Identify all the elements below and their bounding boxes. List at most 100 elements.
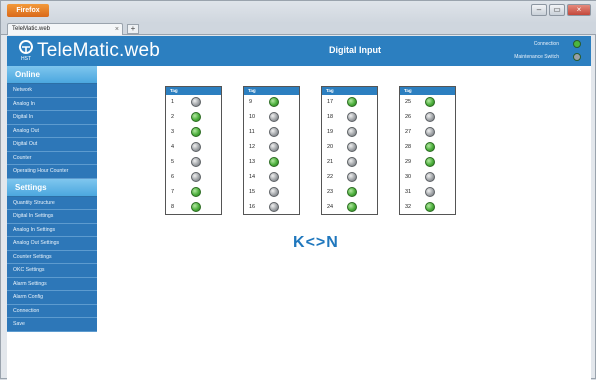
led-off-indicator bbox=[269, 142, 279, 152]
input-number: 31 bbox=[405, 189, 412, 195]
browser-tab[interactable]: TeleMatic.web × bbox=[7, 23, 123, 35]
input-row: 17 bbox=[322, 95, 377, 110]
input-row: 27 bbox=[400, 125, 455, 140]
led-on-indicator bbox=[191, 187, 201, 197]
sidebar-item[interactable]: Counter Settings bbox=[7, 250, 97, 264]
input-number: 19 bbox=[327, 129, 334, 135]
page-title: Digital Input bbox=[329, 45, 381, 55]
input-number: 1 bbox=[171, 99, 175, 105]
first-page-button[interactable]: K bbox=[293, 234, 305, 252]
input-number: 25 bbox=[405, 99, 412, 105]
input-number: 20 bbox=[327, 144, 334, 150]
logo-icon: HST bbox=[17, 39, 35, 63]
input-number: 6 bbox=[171, 174, 175, 180]
led-off-indicator bbox=[425, 187, 435, 197]
led-off-indicator bbox=[269, 112, 279, 122]
maximize-button[interactable]: ▭ bbox=[549, 4, 565, 16]
sidebar-item[interactable]: Analog Out Settings bbox=[7, 237, 97, 251]
firefox-menu-button[interactable]: Firefox bbox=[7, 4, 49, 17]
input-panel: Tag 17 18 19 20 21 22 23 24 bbox=[321, 86, 378, 215]
led-on-indicator bbox=[347, 202, 357, 212]
input-number: 14 bbox=[249, 174, 256, 180]
online-menu: Network Analog In Digital In Analog Out Digi… bbox=[7, 84, 97, 179]
input-row: 11 bbox=[244, 125, 299, 140]
led-on-indicator bbox=[191, 112, 201, 122]
sidebar-item[interactable]: Connection bbox=[7, 304, 97, 318]
led-off-indicator bbox=[347, 157, 357, 167]
led-on-indicator bbox=[269, 97, 279, 107]
input-row: 26 bbox=[400, 110, 455, 125]
input-row: 31 bbox=[400, 185, 455, 200]
led-on-indicator bbox=[191, 127, 201, 137]
sidebar-item[interactable]: Alarm Config bbox=[7, 291, 97, 305]
input-number: 17 bbox=[327, 99, 334, 105]
input-number: 18 bbox=[327, 114, 334, 120]
sidebar-item[interactable]: Analog In bbox=[7, 97, 97, 111]
new-tab-button[interactable]: + bbox=[127, 24, 139, 34]
input-number: 28 bbox=[405, 144, 412, 150]
input-row: 19 bbox=[322, 125, 377, 140]
sidebar-item[interactable]: Analog Out bbox=[7, 124, 97, 138]
input-row: 12 bbox=[244, 140, 299, 155]
settings-menu: Quantity Structure Digital In Settings Ana… bbox=[7, 196, 97, 332]
led-off-indicator bbox=[191, 172, 201, 182]
panel-header: Tag bbox=[322, 87, 377, 95]
led-off-indicator bbox=[425, 172, 435, 182]
led-on-indicator bbox=[191, 202, 201, 212]
led-off-indicator bbox=[191, 142, 201, 152]
input-number: 12 bbox=[249, 144, 256, 150]
sidebar-item[interactable]: Counter bbox=[7, 151, 97, 165]
led-on-indicator bbox=[347, 187, 357, 197]
input-number: 5 bbox=[171, 159, 175, 165]
led-off-indicator bbox=[269, 172, 279, 182]
panel-header: Tag bbox=[166, 87, 221, 95]
sidebar-item[interactable]: Operating Hour Counter bbox=[7, 165, 97, 179]
led-on-indicator bbox=[425, 97, 435, 107]
input-row: 10 bbox=[244, 110, 299, 125]
window-controls: – ▭ × bbox=[531, 4, 591, 16]
input-number: 15 bbox=[249, 189, 256, 195]
input-panel: Tag 1 2 3 4 5 6 7 8 bbox=[165, 86, 222, 215]
led-off-indicator bbox=[347, 112, 357, 122]
input-number: 29 bbox=[405, 159, 412, 165]
input-number: 32 bbox=[405, 204, 412, 210]
input-row: 29 bbox=[400, 155, 455, 170]
sidebar-section-settings[interactable]: Settings bbox=[7, 178, 97, 197]
connection-label: Connection bbox=[533, 41, 559, 47]
input-row: 21 bbox=[322, 155, 377, 170]
prev-page-button[interactable]: < bbox=[306, 234, 315, 252]
input-row: 25 bbox=[400, 95, 455, 110]
tab-close-icon[interactable]: × bbox=[115, 24, 119, 35]
close-window-button[interactable]: × bbox=[567, 4, 591, 16]
browser-window: Firefox – ▭ × TeleMatic.web × + HST Tele… bbox=[0, 0, 596, 380]
input-row: 28 bbox=[400, 140, 455, 155]
maintenance-label: Maintenance Switch bbox=[514, 54, 559, 60]
sidebar-item[interactable]: Digital Out bbox=[7, 138, 97, 152]
input-row: 1 bbox=[166, 95, 221, 110]
tab-bar: TeleMatic.web × + bbox=[1, 23, 596, 35]
led-off-indicator bbox=[191, 97, 201, 107]
sidebar-item[interactable]: OKC Settings bbox=[7, 264, 97, 278]
tab-title: TeleMatic.web bbox=[12, 26, 51, 32]
input-number: 30 bbox=[405, 174, 412, 180]
input-number: 7 bbox=[171, 189, 175, 195]
led-off-indicator bbox=[269, 187, 279, 197]
app-header: HST TeleMatic.web Digital Input Connecti… bbox=[7, 36, 591, 66]
sidebar-item[interactable]: Analog In Settings bbox=[7, 223, 97, 237]
sidebar-section-online[interactable]: Online bbox=[7, 66, 97, 84]
last-page-button[interactable]: N bbox=[326, 234, 338, 252]
sidebar-item[interactable]: Quantity Structure bbox=[7, 196, 97, 210]
input-row: 9 bbox=[244, 95, 299, 110]
sidebar-item[interactable]: Digital In Settings bbox=[7, 210, 97, 224]
next-page-button[interactable]: > bbox=[316, 234, 325, 252]
input-row: 2 bbox=[166, 110, 221, 125]
sidebar-item[interactable]: Network bbox=[7, 84, 97, 98]
input-row: 4 bbox=[166, 140, 221, 155]
sidebar-item[interactable]: Digital In bbox=[7, 111, 97, 125]
sidebar-item[interactable]: Save bbox=[7, 318, 97, 332]
sidebar-item[interactable]: Alarm Settings bbox=[7, 277, 97, 291]
input-number: 27 bbox=[405, 129, 412, 135]
input-number: 3 bbox=[171, 129, 175, 135]
led-off-indicator bbox=[347, 142, 357, 152]
minimize-button[interactable]: – bbox=[531, 4, 547, 16]
